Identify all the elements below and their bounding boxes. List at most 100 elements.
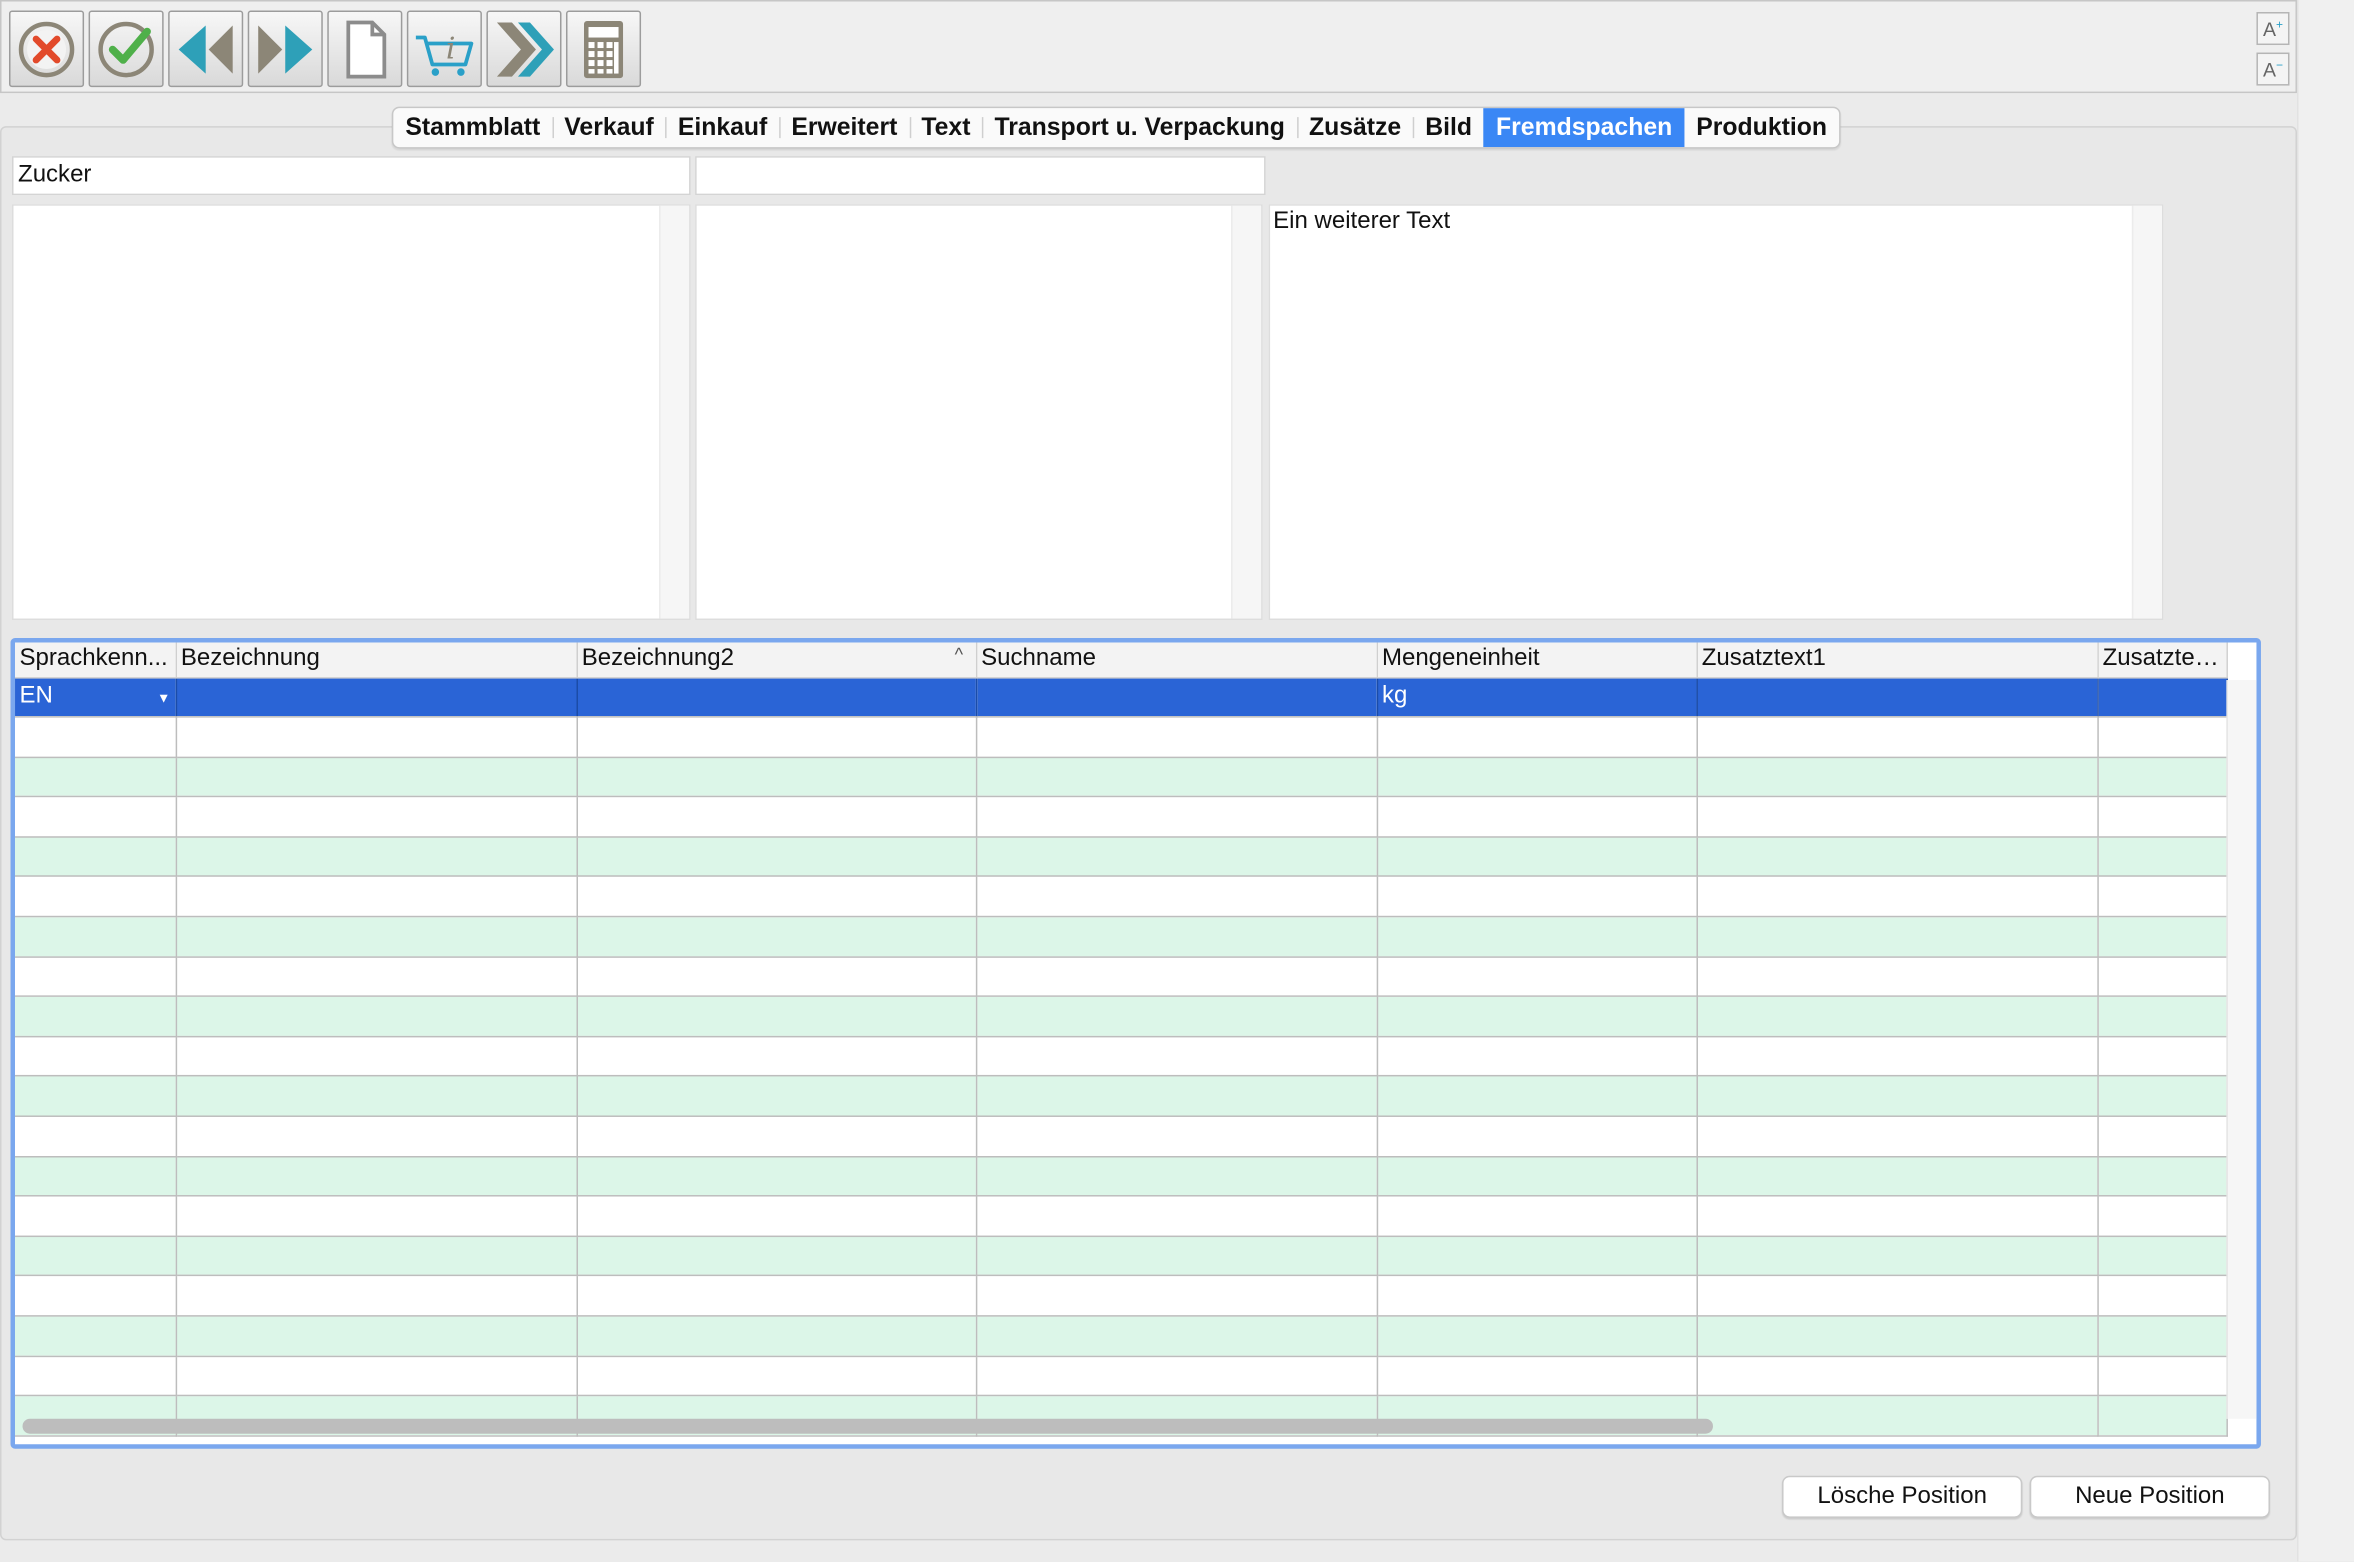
- table-cell[interactable]: [1696, 1116, 2099, 1157]
- table-row[interactable]: [15, 996, 2228, 1038]
- table-cell[interactable]: [1696, 1196, 2099, 1237]
- table-cell[interactable]: [175, 796, 578, 838]
- column-header-zusatztext2[interactable]: Zusatztext2: [2097, 642, 2228, 678]
- table-cell[interactable]: [1696, 1315, 2099, 1357]
- table-cell[interactable]: [1696, 677, 2099, 718]
- table-cell[interactable]: [576, 1196, 977, 1237]
- tab-bild[interactable]: Bild: [1413, 108, 1484, 147]
- table-cell[interactable]: [1696, 1395, 2099, 1437]
- table-cell[interactable]: [175, 1315, 578, 1357]
- table-cell[interactable]: [1376, 1076, 1698, 1118]
- table-cell[interactable]: [975, 1355, 1378, 1397]
- table-cell[interactable]: [576, 876, 977, 918]
- table-cell[interactable]: [576, 1116, 977, 1157]
- table-cell[interactable]: [975, 677, 1378, 718]
- table-cell[interactable]: [2097, 996, 2228, 1038]
- table-row[interactable]: [15, 876, 2228, 918]
- table-cell[interactable]: [15, 1156, 177, 1197]
- table-row[interactable]: [15, 956, 2228, 998]
- table-cell[interactable]: [1376, 1355, 1698, 1397]
- table-cell[interactable]: [975, 1116, 1378, 1157]
- table-cell[interactable]: [1376, 876, 1698, 918]
- table-cell[interactable]: [2097, 956, 2228, 998]
- table-cell[interactable]: [2097, 1076, 2228, 1118]
- table-cell[interactable]: [576, 717, 977, 758]
- table-cell[interactable]: [1376, 717, 1698, 758]
- confirm-button[interactable]: [88, 10, 164, 88]
- table-cell[interactable]: [15, 1036, 177, 1078]
- table-cell[interactable]: [576, 1315, 977, 1357]
- table-cell[interactable]: [2097, 756, 2228, 798]
- table-cell[interactable]: [2097, 677, 2228, 718]
- tab-einkauf[interactable]: Einkauf: [665, 108, 780, 147]
- table-cell[interactable]: [175, 717, 578, 758]
- table-cell[interactable]: [15, 1315, 177, 1357]
- table-cell[interactable]: [2097, 717, 2228, 758]
- table-cell[interactable]: [1376, 1156, 1698, 1197]
- calculator-button[interactable]: [565, 10, 642, 88]
- delete-position-button[interactable]: Lösche Position: [1782, 1475, 2023, 1518]
- table-cell[interactable]: [1376, 1236, 1698, 1277]
- table-cell[interactable]: [975, 796, 1378, 838]
- language-grid[interactable]: Sprachkenn... Bezeichnung Bezeichnung2 ^ …: [10, 638, 2261, 1449]
- name2-field[interactable]: [695, 156, 1266, 196]
- table-cell[interactable]: [175, 1116, 578, 1157]
- text-area-1-scrollbar[interactable]: [659, 205, 690, 619]
- table-cell[interactable]: [1696, 1156, 2099, 1197]
- tab-transport[interactable]: Transport u. Verpackung: [982, 108, 1296, 147]
- table-cell[interactable]: [576, 677, 977, 718]
- table-row[interactable]: [15, 1036, 2228, 1078]
- back-button[interactable]: [168, 10, 244, 88]
- table-row[interactable]: [15, 796, 2228, 838]
- table-cell[interactable]: [1696, 796, 2099, 838]
- table-cell[interactable]: [1696, 836, 2099, 878]
- table-row[interactable]: [15, 1156, 2228, 1197]
- table-cell[interactable]: [175, 1355, 578, 1397]
- table-cell[interactable]: [576, 1236, 977, 1277]
- table-cell[interactable]: [975, 717, 1378, 758]
- table-cell[interactable]: [1376, 1315, 1698, 1357]
- tab-zusaetze[interactable]: Zusätze: [1296, 108, 1413, 147]
- name-field[interactable]: Zucker: [12, 156, 691, 196]
- table-cell[interactable]: [1696, 1355, 2099, 1397]
- table-cell[interactable]: [975, 836, 1378, 878]
- window-scrollbar[interactable]: [2296, 0, 2354, 1562]
- table-cell[interactable]: [1696, 1076, 2099, 1118]
- column-header-zusatztext1[interactable]: Zusatztext1: [1696, 642, 2099, 678]
- table-cell[interactable]: [576, 836, 977, 878]
- table-cell[interactable]: [175, 756, 578, 798]
- table-cell[interactable]: kg: [1376, 677, 1698, 718]
- column-header-bezeichnung[interactable]: Bezeichnung: [175, 642, 578, 678]
- tab-verkauf[interactable]: Verkauf: [552, 108, 666, 147]
- text-area-3-scrollbar[interactable]: [2131, 205, 2162, 619]
- table-cell[interactable]: [2097, 1315, 2228, 1357]
- table-cell[interactable]: [975, 1036, 1378, 1078]
- table-cell[interactable]: [15, 1275, 177, 1317]
- table-cell[interactable]: [975, 1236, 1378, 1277]
- table-cell[interactable]: [175, 1076, 578, 1118]
- table-cell[interactable]: [975, 1196, 1378, 1237]
- table-cell[interactable]: [15, 756, 177, 798]
- table-cell[interactable]: [2097, 1156, 2228, 1197]
- font-decrease-button[interactable]: A −: [2256, 52, 2290, 86]
- table-row[interactable]: [15, 1076, 2228, 1118]
- table-cell[interactable]: [576, 916, 977, 958]
- table-row[interactable]: [15, 1116, 2228, 1157]
- table-cell[interactable]: [15, 916, 177, 958]
- table-cell[interactable]: [175, 996, 578, 1038]
- table-cell[interactable]: [2097, 836, 2228, 878]
- column-header-mengeneinheit[interactable]: Mengeneinheit: [1376, 642, 1698, 678]
- tab-text[interactable]: Text: [909, 108, 982, 147]
- tab-erweitert[interactable]: Erweitert: [779, 108, 909, 147]
- tab-stammblatt[interactable]: Stammblatt: [393, 108, 552, 147]
- table-cell[interactable]: [975, 876, 1378, 918]
- text-area-2[interactable]: [695, 204, 1263, 621]
- table-cell[interactable]: [175, 836, 578, 878]
- table-cell[interactable]: [1696, 916, 2099, 958]
- tab-produktion[interactable]: Produktion: [1684, 108, 1839, 147]
- font-increase-button[interactable]: A +: [2256, 12, 2290, 46]
- table-cell[interactable]: [15, 1116, 177, 1157]
- table-cell[interactable]: [576, 1156, 977, 1197]
- table-cell[interactable]: [1376, 1116, 1698, 1157]
- table-cell[interactable]: [175, 677, 578, 718]
